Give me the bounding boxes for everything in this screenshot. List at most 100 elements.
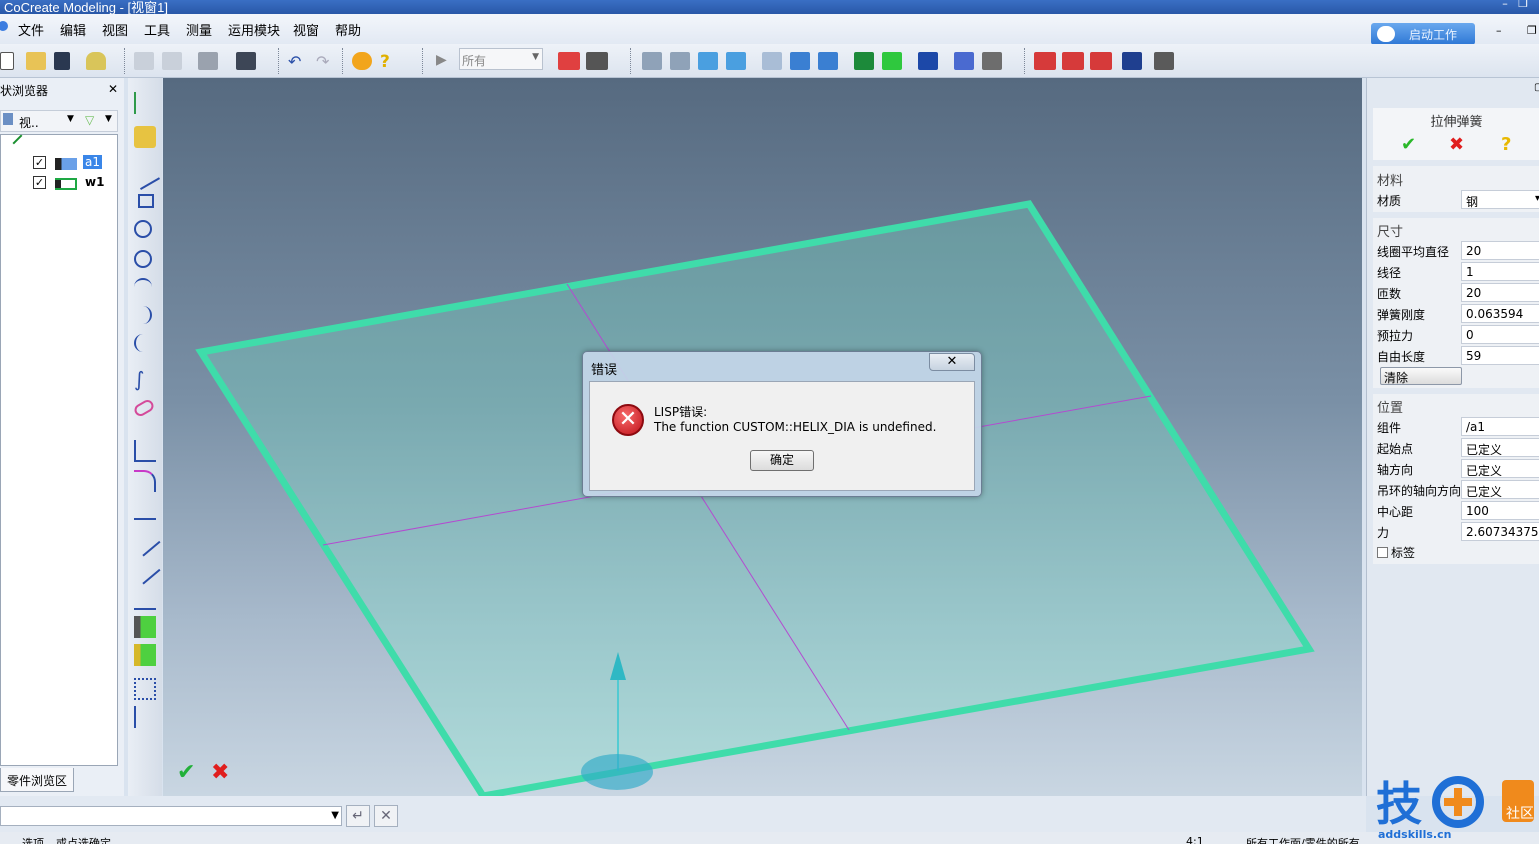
info-icon[interactable]	[352, 52, 372, 70]
confirm-icon[interactable]: ✔	[177, 760, 203, 785]
material-select[interactable]: 钢	[1461, 190, 1539, 209]
paste-icon[interactable]	[162, 52, 182, 70]
divide-icon[interactable]	[129, 525, 161, 557]
split-icon[interactable]	[129, 553, 161, 585]
cross-icon[interactable]	[134, 588, 156, 610]
redo-icon[interactable]: ↷	[316, 52, 336, 71]
pick-point-icon[interactable]	[134, 126, 156, 148]
view-filter-dropdown[interactable]: 视.. ▼ ▽ ▼	[0, 110, 118, 132]
filter-select[interactable]: 所有 ▼	[459, 48, 543, 70]
trim-icon[interactable]	[134, 498, 156, 520]
arc-icon[interactable]	[134, 278, 152, 296]
wireframe-icon[interactable]	[882, 52, 902, 70]
arc-center-icon[interactable]	[134, 306, 152, 324]
print-icon[interactable]	[198, 52, 218, 70]
menu-measure[interactable]: 测量	[186, 20, 212, 39]
coils-field[interactable]: 20	[1461, 283, 1539, 302]
spline-icon[interactable]: ∫	[134, 368, 156, 390]
wire-diameter-field[interactable]: 1	[1461, 262, 1539, 281]
new-file-icon[interactable]	[0, 52, 14, 70]
axis-direction-field[interactable]: 已定义	[1461, 459, 1539, 478]
dimension-box-icon[interactable]	[134, 678, 156, 700]
minimize-icon[interactable]: –	[1498, 0, 1512, 11]
chevron-down-icon[interactable]: ▼	[105, 114, 112, 124]
free-length-field[interactable]: 59	[1461, 346, 1539, 365]
extrude-icon[interactable]	[134, 616, 156, 638]
ok-button[interactable]: 确定	[750, 450, 814, 471]
visibility-checkbox[interactable]: ✓	[33, 156, 46, 169]
open-folder-icon[interactable]	[26, 52, 46, 70]
save-icon[interactable]	[54, 52, 70, 70]
pan-icon[interactable]	[762, 52, 782, 70]
help-icon[interactable]: ?	[1501, 134, 1511, 155]
menu-help[interactable]: 帮助	[335, 20, 361, 39]
section-icon[interactable]	[954, 52, 974, 70]
initial-tension-field[interactable]: 0	[1461, 325, 1539, 344]
filter-icon[interactable]: ▽	[85, 113, 94, 127]
copy-icon[interactable]	[134, 52, 154, 70]
shaded-icon[interactable]	[854, 52, 874, 70]
properties-icon[interactable]	[1154, 52, 1174, 70]
confirm-icon[interactable]: ✔	[1401, 134, 1416, 155]
fillet-icon[interactable]	[134, 440, 156, 462]
menu-edit[interactable]: 编辑	[60, 20, 86, 39]
measure-length-icon[interactable]	[1062, 52, 1084, 70]
chamfer-icon[interactable]	[134, 470, 156, 492]
menu-view[interactable]: 视图	[102, 20, 128, 39]
dimension-icon[interactable]	[134, 706, 156, 728]
force-field[interactable]: 2.60734375	[1461, 522, 1539, 541]
start-point-field[interactable]: 已定义	[1461, 438, 1539, 457]
fit-icon[interactable]	[698, 52, 718, 70]
cancel-icon[interactable]: ✖	[211, 760, 235, 785]
menu-window[interactable]: 视窗	[293, 20, 319, 39]
circle-center-icon[interactable]	[134, 220, 152, 238]
line-icon[interactable]	[129, 159, 161, 191]
undo-icon[interactable]: ↶	[288, 52, 308, 71]
close-icon[interactable]: ✕	[108, 82, 118, 96]
tree-tool-icon[interactable]	[134, 92, 156, 114]
zoom-icon[interactable]	[818, 52, 838, 70]
start-work-button[interactable]: 启动工作	[1371, 23, 1475, 45]
mdi-minimize-icon[interactable]: –	[1496, 24, 1502, 37]
part-icon[interactable]	[86, 52, 106, 70]
pick-icon[interactable]	[558, 52, 580, 70]
previous-view-icon[interactable]	[918, 52, 938, 70]
zoom-box-icon[interactable]	[726, 52, 746, 70]
circle-icon[interactable]	[134, 250, 152, 268]
settings-icon[interactable]	[236, 52, 256, 70]
measure-angle-icon[interactable]	[1090, 52, 1112, 70]
close-button[interactable]: ✕	[929, 353, 975, 371]
origin-marker[interactable]	[581, 754, 653, 790]
clip-icon[interactable]	[982, 52, 1002, 70]
restore-icon[interactable]: ❐	[1516, 0, 1530, 11]
spring-rate-field[interactable]: 0.063594	[1461, 304, 1539, 323]
slot-icon[interactable]	[132, 397, 156, 419]
mdi-restore-icon[interactable]: ❐	[1527, 24, 1537, 37]
chevron-down-icon[interactable]: ▼	[331, 810, 339, 821]
edit-pick-icon[interactable]	[586, 52, 608, 70]
menu-file[interactable]: 文件	[18, 20, 44, 39]
workplane-surface[interactable]	[195, 200, 1315, 796]
clear-button[interactable]: 清除	[1380, 367, 1462, 385]
clear-command-button[interactable]: ✕	[374, 805, 398, 827]
rectangle-icon[interactable]	[138, 194, 154, 208]
arc-tangent-icon[interactable]	[134, 334, 152, 352]
view-right-icon[interactable]	[670, 52, 690, 70]
rotate-icon[interactable]	[790, 52, 810, 70]
select-arrow-icon[interactable]: ▶	[436, 52, 456, 70]
view-left-icon[interactable]	[642, 52, 662, 70]
pin-icon[interactable]: ▢	[1534, 82, 1539, 93]
app-icon[interactable]	[0, 21, 8, 31]
measure-distance-icon[interactable]	[1034, 52, 1056, 70]
help-icon[interactable]: ?	[380, 52, 400, 72]
mill-icon[interactable]	[134, 644, 156, 666]
component-field[interactable]: /a1	[1461, 417, 1539, 436]
enter-button[interactable]: ↵	[346, 805, 370, 827]
cancel-icon[interactable]: ✖	[1449, 134, 1464, 155]
menu-tools[interactable]: 工具	[144, 20, 170, 39]
mean-coil-diameter-field[interactable]: 20	[1461, 241, 1539, 260]
tag-checkbox[interactable]	[1377, 547, 1388, 558]
hook-direction-field[interactable]: 已定义	[1461, 480, 1539, 499]
tab-part-browser[interactable]: 零件浏览区	[0, 768, 74, 792]
calculator-icon[interactable]	[1122, 52, 1142, 70]
